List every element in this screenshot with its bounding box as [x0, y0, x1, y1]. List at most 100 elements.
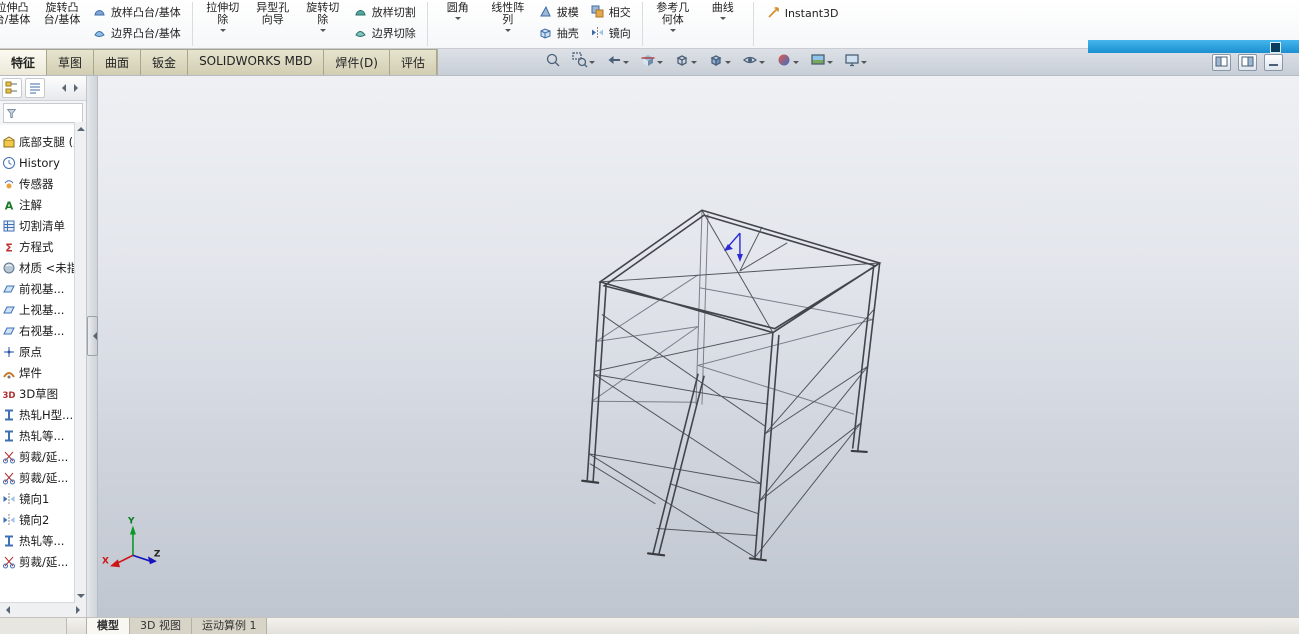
dropdown-caret-icon[interactable]: [827, 60, 833, 67]
tree-item[interactable]: 3D 3D草图: [2, 383, 75, 404]
tab-评估[interactable]: 评估: [388, 49, 437, 75]
tab-草图[interactable]: 草图: [46, 49, 95, 75]
minimize-button[interactable]: [1264, 53, 1283, 71]
tab-焊件(D)[interactable]: 焊件(D): [323, 49, 390, 75]
panel-back-button[interactable]: [55, 81, 68, 95]
tree-item[interactable]: 前视基...: [2, 278, 75, 299]
tree-item[interactable]: 热轧H型...: [2, 404, 75, 425]
tree-item[interactable]: A 注解: [2, 194, 75, 215]
doc-tab-运动算例 1[interactable]: 运动算例 1: [190, 618, 268, 634]
dropdown-caret-icon[interactable]: [669, 29, 676, 35]
ribbon-button-hole-wizard[interactable]: 异型孔向导: [248, 0, 298, 26]
tree-item-label: 材质 <未指定>: [19, 260, 75, 275]
doc-tab-模型[interactable]: 模型: [86, 618, 130, 634]
featuremanager-tab[interactable]: [2, 78, 22, 98]
dropdown-caret-icon[interactable]: [793, 60, 799, 67]
tree-item[interactable]: 切割清单: [2, 215, 75, 236]
tree-item[interactable]: 镜向2: [2, 509, 75, 530]
propertymanager-tab[interactable]: [25, 78, 45, 98]
ribbon-button-label: 边界凸台/基体: [111, 27, 181, 40]
dropdown-caret-icon[interactable]: [319, 29, 326, 35]
graphics-viewport[interactable]: Y X Z: [98, 76, 1299, 617]
ribbon-button-shell[interactable]: 抽壳: [539, 25, 579, 41]
panel-forward-button[interactable]: [71, 81, 84, 95]
instant3d-icon: [767, 6, 781, 20]
scroll-left-icon[interactable]: [2, 606, 10, 614]
tree-item[interactable]: 传感器: [2, 173, 75, 194]
model-truss[interactable]: [581, 209, 882, 562]
scroll-right-icon[interactable]: [76, 606, 84, 614]
hide-show-items-button[interactable]: [740, 51, 767, 73]
ribbon-button-fillet[interactable]: 圆角: [433, 0, 483, 23]
dropdown-caret-icon[interactable]: [691, 60, 697, 67]
ribbon-button-revolve-cut[interactable]: 旋转切除: [298, 0, 348, 35]
external-window-titlebar[interactable]: [1088, 40, 1299, 53]
tree-item[interactable]: Σ 方程式: [2, 236, 75, 257]
doc-tab-3D 视图[interactable]: 3D 视图: [129, 618, 192, 634]
dropdown-caret-icon[interactable]: [623, 60, 629, 67]
section-view-button[interactable]: [638, 51, 665, 73]
tree-item[interactable]: 剪裁/延...: [2, 446, 75, 467]
tree-item-root[interactable]: 底部支腿 (默认): [2, 131, 75, 152]
tree-item[interactable]: 镜向1: [2, 488, 75, 509]
ribbon-button-mirror[interactable]: 镜向: [591, 25, 631, 41]
tree-item[interactable]: 剪裁/延...: [2, 467, 75, 488]
ribbon-button-linear-pattern[interactable]: 线性阵列: [483, 0, 533, 35]
tree-horizontal-scrollbar[interactable]: [0, 602, 86, 617]
tab-SOLIDWORKS MBD[interactable]: SOLIDWORKS MBD: [187, 49, 325, 75]
tree-filter-input[interactable]: [3, 103, 83, 123]
ribbon-toggle-instant3d[interactable]: Instant3D: [759, 0, 847, 20]
scroll-down-icon[interactable]: [76, 594, 85, 602]
chevron-right-icon: [73, 84, 82, 92]
ribbon-button-extrude-boss[interactable]: 拉伸凸台/基体: [0, 0, 37, 26]
panel-collapse-handle[interactable]: [87, 316, 98, 356]
tree-item[interactable]: 右视基...: [2, 320, 75, 341]
dropdown-caret-icon[interactable]: [219, 29, 226, 35]
dropdown-caret-icon[interactable]: [861, 60, 867, 67]
tree-item[interactable]: 剪裁/延...: [2, 551, 75, 572]
ribbon-button-intersect[interactable]: 相交: [591, 4, 631, 20]
ribbon-button-draft[interactable]: 拔模: [539, 4, 579, 20]
ribbon-button-boundary-boss[interactable]: 边界凸台/基体: [93, 25, 181, 41]
dropdown-caret-icon[interactable]: [719, 17, 726, 23]
ribbon-button-loft-boss[interactable]: 放样凸台/基体: [93, 4, 181, 20]
hide-show-items-icon: [742, 52, 758, 72]
dropdown-caret-icon[interactable]: [725, 60, 731, 67]
sensors-icon: [2, 177, 16, 191]
ribbon-button-loft-cut[interactable]: 放样切割: [354, 4, 416, 20]
dropdown-caret-icon[interactable]: [657, 60, 663, 67]
pane-right-button[interactable]: [1238, 53, 1257, 71]
tab-钣金[interactable]: 钣金: [140, 49, 189, 75]
ribbon-button-revolve-boss[interactable]: 旋转凸台/基体: [37, 0, 87, 26]
tree-item[interactable]: 热轧等...: [2, 425, 75, 446]
tree-item[interactable]: 上视基...: [2, 299, 75, 320]
previous-view-button[interactable]: [604, 51, 631, 73]
zoom-to-area-button[interactable]: [570, 51, 597, 73]
dropdown-caret-icon[interactable]: [454, 17, 461, 23]
tab-曲面[interactable]: 曲面: [93, 49, 142, 75]
tree-item[interactable]: 焊件: [2, 362, 75, 383]
ribbon-button-extrude-cut[interactable]: 拉伸切除: [198, 0, 248, 35]
ribbon-button-label: 参考几何体: [656, 1, 690, 26]
tree-item[interactable]: 热轧等...: [2, 530, 75, 551]
view-settings-button[interactable]: [842, 51, 869, 73]
dropdown-caret-icon[interactable]: [759, 60, 765, 67]
scroll-up-icon[interactable]: [76, 123, 85, 131]
ribbon-button-reference-geometry[interactable]: 参考几何体: [648, 0, 698, 35]
zoom-to-fit-button[interactable]: [543, 51, 563, 73]
tree-item[interactable]: 材质 <未指定>: [2, 257, 75, 278]
view-orientation-button[interactable]: [672, 51, 699, 73]
display-style-button[interactable]: [706, 51, 733, 73]
dropdown-caret-icon[interactable]: [589, 60, 595, 67]
apply-scene-button[interactable]: [808, 51, 835, 73]
ribbon-button-boundary-cut[interactable]: 边界切除: [354, 25, 416, 41]
edit-appearance-button[interactable]: [774, 51, 801, 73]
tree-item[interactable]: 原点: [2, 341, 75, 362]
ribbon-button-curves[interactable]: 曲线: [698, 0, 748, 23]
dropdown-caret-icon[interactable]: [504, 29, 511, 35]
pane-left-button[interactable]: [1212, 53, 1231, 71]
tree-vertical-scrollbar[interactable]: [74, 122, 86, 603]
tree-item[interactable]: History: [2, 152, 75, 173]
tab-特征[interactable]: 特征: [0, 49, 48, 75]
panel-splitter[interactable]: [87, 76, 98, 617]
